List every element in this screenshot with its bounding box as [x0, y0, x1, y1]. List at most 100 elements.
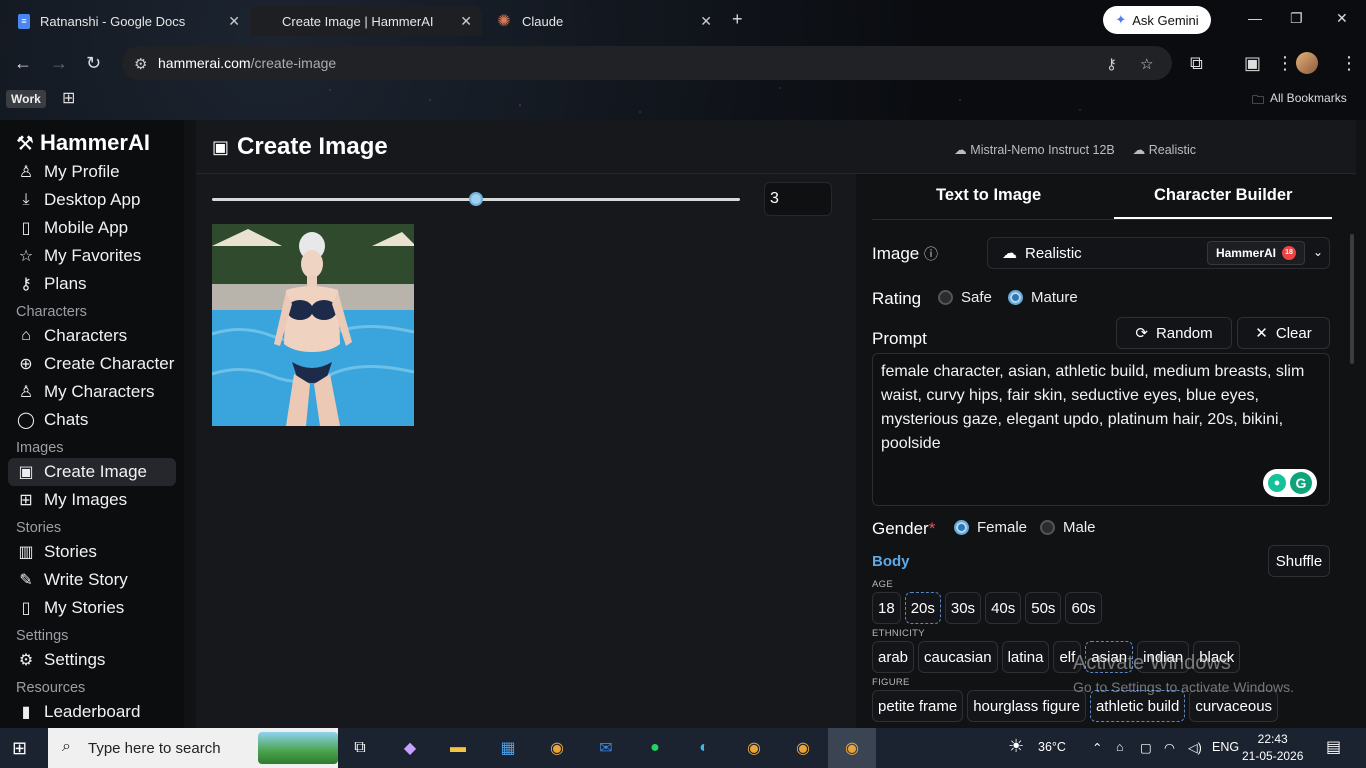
store-icon[interactable]: ▦ [494, 734, 522, 762]
chrome-profile-2-icon[interactable]: ◉ [789, 734, 817, 762]
gender-female-option[interactable]: Female [954, 519, 1027, 536]
notification-icon[interactable]: ▤ [1326, 737, 1341, 757]
tab-character-builder[interactable]: Character Builder [1154, 186, 1292, 205]
sidebar-item-plans[interactable]: ⚷ Plans [8, 270, 176, 298]
outlook-icon[interactable]: ✉ [592, 734, 620, 762]
age-chip[interactable]: 50s [1025, 592, 1062, 624]
minimize-icon[interactable]: — [1248, 10, 1262, 26]
reload-icon[interactable]: ↻ [86, 53, 101, 74]
slider-handle[interactable] [469, 192, 483, 206]
volume-icon[interactable]: ◁) [1188, 740, 1202, 755]
tab-google-docs[interactable]: ≡ Ratnanshi - Google Docs ✕ [18, 6, 240, 36]
age-chip[interactable]: 30s [944, 592, 982, 624]
sidebar-item-characters[interactable]: ⌂ Characters [8, 322, 176, 350]
rating-safe-radio[interactable] [938, 290, 953, 305]
help-icon[interactable]: ⓘ [924, 246, 938, 262]
file-explorer-icon[interactable]: ▬ [444, 734, 472, 762]
chevron-up-icon[interactable]: ⌃ [1092, 740, 1102, 755]
style-badge[interactable]: ☁ Realistic [1133, 142, 1196, 157]
weather-temp[interactable]: 36°C [1038, 740, 1066, 754]
image-count-input[interactable]: 3 [764, 182, 832, 216]
panel-scrollbar[interactable] [1350, 234, 1354, 364]
rating-mature-option[interactable]: Mature [1008, 289, 1078, 306]
figure-chip[interactable]: hourglass figure [967, 690, 1086, 722]
close-icon[interactable]: ✕ [460, 13, 472, 30]
sidebar-item-my-characters[interactable]: ♙ My Characters [8, 378, 176, 406]
profile-chip[interactable]: Work [6, 90, 46, 108]
age-chip[interactable]: 40s [985, 592, 1022, 624]
sidebar-item-my-favorites[interactable]: ☆ My Favorites [8, 242, 176, 270]
sidebar-item-my-images[interactable]: ⊞ My Images [8, 486, 176, 514]
gender-male-radio[interactable] [1040, 520, 1055, 535]
brand-logo[interactable]: ⚒ HammerAI [16, 130, 150, 156]
body-section-link[interactable]: Body [872, 553, 910, 570]
close-icon[interactable]: ✕ [228, 13, 240, 30]
random-button[interactable]: ⟳ Random [1116, 317, 1232, 349]
rating-mature-radio[interactable] [1008, 290, 1023, 305]
menu-dots-icon[interactable]: ⋮ [1276, 53, 1294, 74]
site-info-icon[interactable]: ⚙ [134, 55, 147, 73]
windows-start-icon[interactable]: ⊞ [12, 738, 27, 759]
sidebar-item-stories[interactable]: ▥ Stories [8, 538, 176, 566]
prompt-textarea[interactable]: female character, asian, athletic build,… [872, 353, 1330, 506]
tab-create-image[interactable]: Create Image | HammerAI ✕ [250, 6, 482, 36]
key-icon[interactable]: ⚷ [1106, 55, 1117, 73]
restore-icon[interactable]: ❐ [1290, 10, 1303, 27]
image-count-slider[interactable] [212, 192, 740, 206]
sidebar-item-chats[interactable]: ◯ Chats [8, 406, 176, 434]
meet-icon[interactable]: ▢ [1140, 740, 1152, 755]
extensions-icon[interactable]: ⧉ [1190, 53, 1203, 74]
model-badge[interactable]: ☁ Mistral-Nemo Instruct 12B [954, 142, 1114, 157]
clear-button[interactable]: ✕ Clear [1237, 317, 1330, 349]
sidebar-item-my-profile[interactable]: ♙ My Profile [8, 158, 176, 186]
chrome-icon[interactable]: ◉ [543, 734, 571, 762]
image-model-select[interactable]: ☁ Realistic HammerAI 18 ⌄ [987, 237, 1330, 269]
gender-female-radio[interactable] [954, 520, 969, 535]
menu-icon[interactable]: ⋮ [1340, 53, 1358, 74]
sidebar-item-desktop-app[interactable]: ⤓ Desktop App [8, 186, 176, 214]
sidebar-item-mobile-app[interactable]: ▯ Mobile App [8, 214, 176, 242]
taskbar-search[interactable]: ⌕ Type here to search [48, 728, 338, 768]
avatar[interactable] [1296, 52, 1318, 74]
age-chip-selected[interactable]: 20s [904, 592, 941, 624]
sidebar-item-write-story[interactable]: ✎ Write Story [8, 566, 176, 594]
age-chip[interactable]: 18 [872, 592, 901, 624]
forward-icon[interactable]: → [50, 53, 68, 74]
wifi-icon[interactable]: ◠ [1164, 740, 1175, 755]
new-tab-icon[interactable]: + [732, 9, 743, 30]
network-icon[interactable]: ⌂ [1116, 740, 1124, 754]
chrome-active-icon[interactable]: ◉ [838, 734, 866, 762]
sidebar-item-settings[interactable]: ⚙ Settings [8, 646, 176, 674]
all-bookmarks[interactable]: 🗀 All Bookmarks [1252, 91, 1347, 112]
figure-chip[interactable]: petite frame [872, 690, 964, 722]
apps-icon[interactable]: ⊞ [62, 88, 75, 108]
spotify-icon[interactable]: ● [641, 734, 669, 762]
ethnicity-chip[interactable]: arab [872, 641, 915, 673]
rating-safe-option[interactable]: Safe [938, 289, 992, 306]
close-window-icon[interactable]: ✕ [1336, 10, 1348, 27]
star-icon[interactable]: ☆ [1140, 55, 1153, 73]
gender-male-option[interactable]: Male [1040, 519, 1096, 536]
back-icon[interactable]: ← [14, 53, 32, 74]
close-icon[interactable]: ✕ [700, 13, 712, 30]
chrome-profile-icon[interactable]: ◉ [740, 734, 768, 762]
task-view-icon[interactable]: ⧉ [346, 734, 374, 762]
grammarly-widget[interactable]: ● G [1263, 469, 1317, 497]
tab-text-to-image[interactable]: Text to Image [936, 186, 1041, 205]
cast-icon[interactable]: ▣ [1244, 53, 1261, 74]
weather-icon[interactable]: ☀ [1008, 736, 1024, 757]
ethnicity-chip[interactable]: latina [1001, 641, 1050, 673]
ask-gemini-button[interactable]: ✦ Ask Gemini [1103, 6, 1211, 34]
tab-claude[interactable]: ✺ Claude ✕ [496, 6, 712, 36]
shuffle-button[interactable]: Shuffle [1268, 545, 1330, 577]
ethnicity-chip[interactable]: caucasian [918, 641, 998, 673]
edge-icon[interactable]: ◐ [690, 734, 718, 762]
copilot-icon[interactable]: ◆ [396, 734, 424, 762]
url-bar[interactable]: ⚙ hammerai.com/create-image ⚷ ☆ [122, 46, 1172, 80]
clock[interactable]: 22:43 21-05-2026 [1242, 731, 1303, 765]
generated-image[interactable] [212, 224, 414, 426]
age-chip[interactable]: 60s [1065, 592, 1102, 624]
language-indicator[interactable]: ENG [1212, 740, 1239, 754]
sidebar-item-my-stories[interactable]: ▯ My Stories [8, 594, 176, 622]
sidebar-item-leaderboard[interactable]: ▮ Leaderboard [8, 698, 176, 726]
